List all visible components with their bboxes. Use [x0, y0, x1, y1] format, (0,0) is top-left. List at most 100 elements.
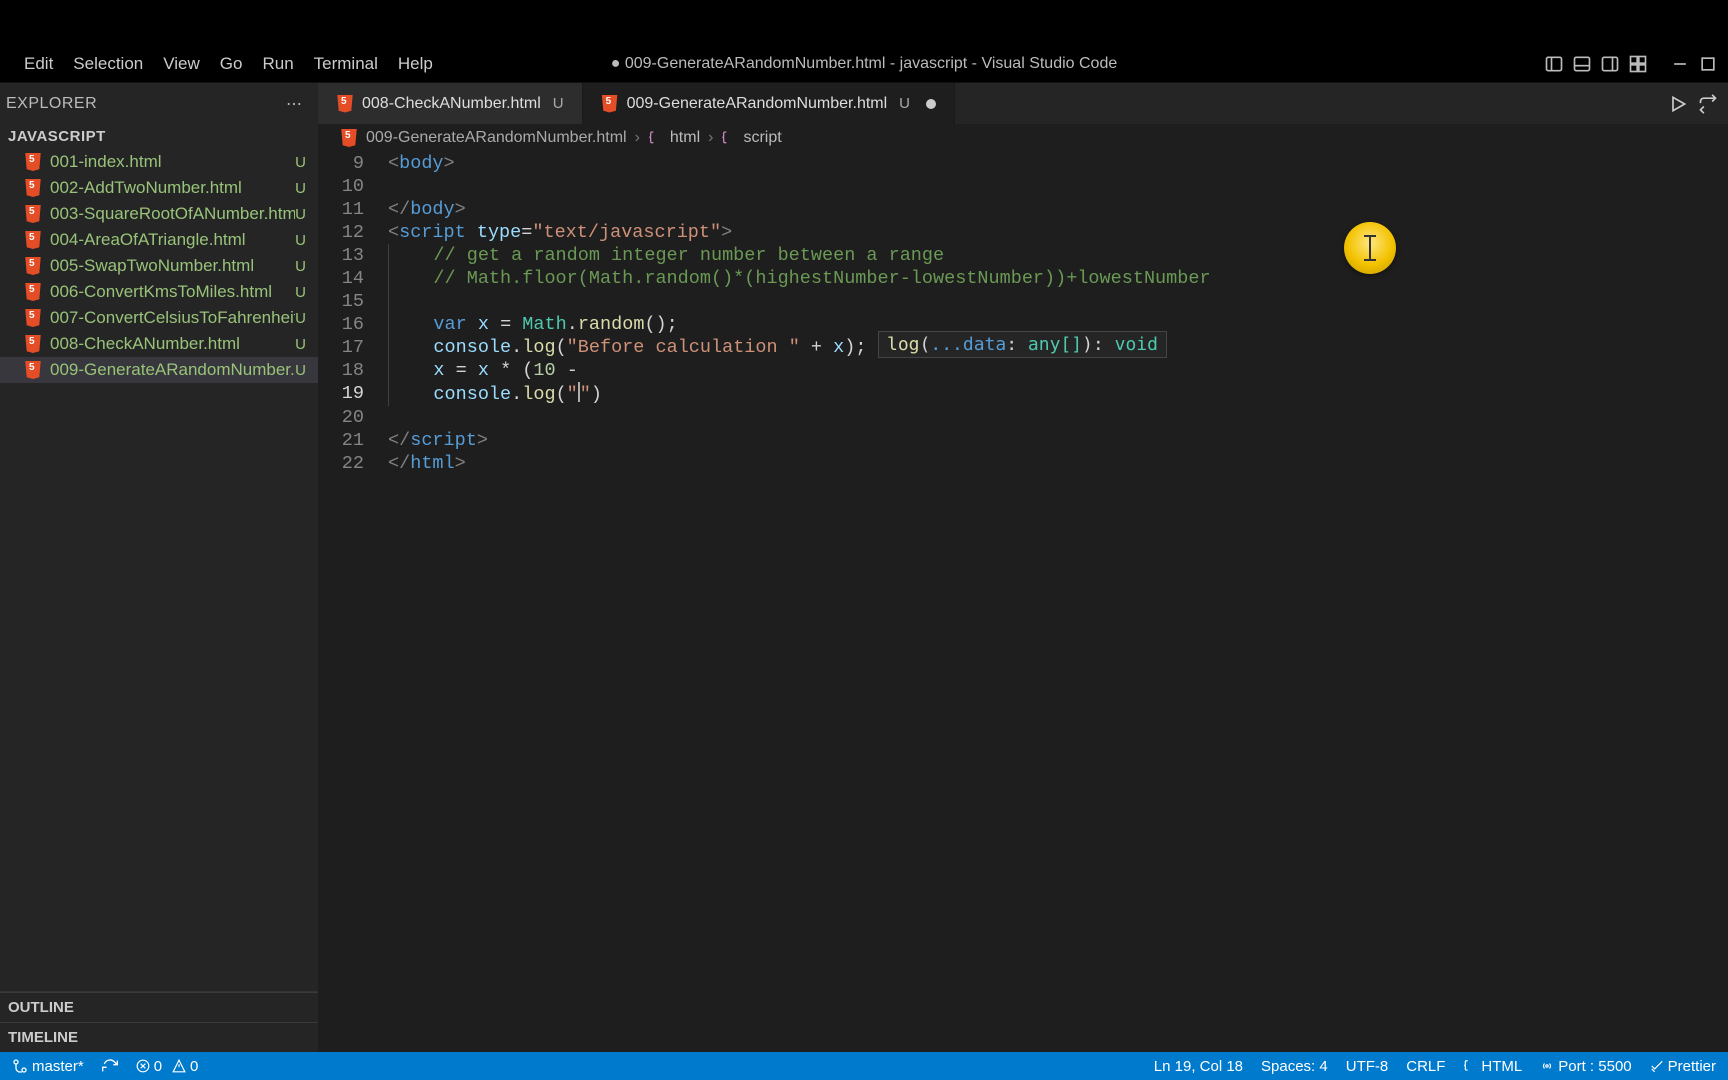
editor-area[interactable]: 009-GenerateARandomNumber.html › html › …	[318, 124, 1728, 1052]
html-file-icon	[601, 95, 619, 113]
check-double-icon	[1650, 1059, 1664, 1073]
menu-help[interactable]: Help	[388, 50, 443, 78]
menu-edit[interactable]: Edit	[14, 50, 63, 78]
explorer-sidebar: JAVASCRIPT 001-index.html U002-AddTwoNum…	[0, 124, 318, 1052]
bracket-pair-icon	[1463, 1059, 1477, 1073]
status-eol[interactable]: CRLF	[1406, 1058, 1445, 1075]
html-file-icon	[24, 335, 42, 353]
run-play-icon[interactable]	[1668, 94, 1688, 114]
compare-changes-icon[interactable]	[1698, 94, 1718, 114]
code-editor[interactable]: 9<body>1011</body>12<script type="text/j…	[318, 152, 1728, 475]
status-problems[interactable]: 0 0	[136, 1058, 199, 1075]
toggle-sidebar-left-icon[interactable]	[1544, 54, 1564, 74]
toggle-panel-icon[interactable]	[1572, 54, 1592, 74]
html-file-icon	[340, 129, 358, 147]
git-status-badge: U	[295, 154, 306, 171]
git-branch-icon	[12, 1058, 28, 1074]
html-file-icon	[24, 283, 42, 301]
status-encoding[interactable]: UTF-8	[1346, 1058, 1389, 1075]
html-file-icon	[24, 153, 42, 171]
file-item[interactable]: 008-CheckANumber.html U	[0, 331, 318, 357]
recorded-cursor-icon	[1344, 222, 1396, 274]
file-name: 001-index.html	[50, 152, 162, 172]
chevron-right-icon: ›	[635, 129, 640, 147]
chevron-right-icon: ›	[708, 129, 713, 147]
html-file-icon	[24, 205, 42, 223]
file-name: 007-ConvertCelsiusToFahrenheit...	[50, 308, 295, 328]
timeline-section[interactable]: TIMELINE	[0, 1022, 318, 1052]
status-bar: master* 0 0 Ln 19, Col 18 Spaces: 4 UTF-…	[0, 1052, 1728, 1080]
file-item[interactable]: 001-index.html U	[0, 149, 318, 175]
file-item[interactable]: 003-SquareRootOfANumber.html U	[0, 201, 318, 227]
html-file-icon	[336, 95, 354, 113]
file-name: 004-AreaOfATriangle.html	[50, 230, 246, 250]
status-language[interactable]: HTML	[1463, 1058, 1522, 1075]
tab-label: 009-GenerateARandomNumber.html	[627, 95, 888, 113]
file-name: 003-SquareRootOfANumber.html	[50, 204, 295, 224]
status-live-server[interactable]: Port : 5500	[1540, 1058, 1631, 1075]
top-black-bar	[0, 0, 1728, 46]
menu-terminal[interactable]: Terminal	[304, 50, 388, 78]
status-branch[interactable]: master*	[12, 1058, 84, 1075]
menu-view[interactable]: View	[153, 50, 210, 78]
bracket-icon	[648, 130, 664, 146]
warning-icon	[172, 1059, 186, 1073]
file-name: 008-CheckANumber.html	[50, 334, 240, 354]
bracket-icon	[721, 130, 737, 146]
git-status-badge: U	[295, 362, 306, 379]
breadcrumb[interactable]: 009-GenerateARandomNumber.html › html › …	[318, 124, 1728, 152]
minimize-icon[interactable]	[1670, 54, 1690, 74]
explorer-more-icon[interactable]: ⋯	[286, 94, 304, 114]
window-title: ● 009-GenerateARandomNumber.html - javas…	[611, 55, 1118, 73]
menu-run[interactable]: Run	[252, 50, 303, 78]
editor-tab[interactable]: 008-CheckANumber.html U	[318, 83, 583, 124]
menu-bar: EditSelectionViewGoRunTerminalHelp ● 009…	[0, 46, 1728, 82]
file-list: 001-index.html U002-AddTwoNumber.html U0…	[0, 149, 318, 991]
status-cursor[interactable]: Ln 19, Col 18	[1154, 1058, 1243, 1075]
git-status-badge: U	[295, 284, 306, 301]
explorer-title: EXPLORER	[6, 95, 97, 113]
git-status-badge: U	[295, 206, 306, 223]
maximize-icon[interactable]	[1698, 54, 1718, 74]
html-file-icon	[24, 179, 42, 197]
editor-tabs: 008-CheckANumber.html U 009-GenerateARan…	[318, 83, 1728, 124]
explorer-header: EXPLORER ⋯	[0, 83, 318, 124]
menu-go[interactable]: Go	[210, 50, 253, 78]
breadcrumb-file[interactable]: 009-GenerateARandomNumber.html	[366, 129, 627, 147]
editor-tab[interactable]: 009-GenerateARandomNumber.html U	[583, 83, 955, 124]
html-file-icon	[24, 309, 42, 327]
status-indent[interactable]: Spaces: 4	[1261, 1058, 1328, 1075]
html-file-icon	[24, 361, 42, 379]
file-item[interactable]: 006-ConvertKmsToMiles.html U	[0, 279, 318, 305]
breadcrumb-symbol: script	[721, 129, 781, 147]
file-name: 009-GenerateARandomNumber....	[50, 360, 295, 380]
sync-icon	[102, 1058, 118, 1074]
git-status-badge: U	[295, 180, 306, 197]
git-status-badge: U	[295, 336, 306, 353]
file-item[interactable]: 004-AreaOfATriangle.html U	[0, 227, 318, 253]
toggle-sidebar-right-icon[interactable]	[1600, 54, 1620, 74]
menu-selection[interactable]: Selection	[63, 50, 153, 78]
outline-section[interactable]: OUTLINE	[0, 992, 318, 1022]
file-name: 006-ConvertKmsToMiles.html	[50, 282, 272, 302]
breadcrumb-symbol: html	[648, 129, 700, 147]
git-status-badge: U	[553, 95, 564, 112]
html-file-icon	[24, 257, 42, 275]
git-status-badge: U	[295, 258, 306, 275]
tab-label: 008-CheckANumber.html	[362, 95, 541, 113]
status-sync[interactable]	[102, 1058, 118, 1074]
broadcast-icon	[1540, 1059, 1554, 1073]
file-item[interactable]: 002-AddTwoNumber.html U	[0, 175, 318, 201]
customize-layout-icon[interactable]	[1628, 54, 1648, 74]
file-item[interactable]: 007-ConvertCelsiusToFahrenheit... U	[0, 305, 318, 331]
status-prettier[interactable]: Prettier	[1650, 1058, 1716, 1075]
html-file-icon	[24, 231, 42, 249]
parameter-hint-tooltip: log(...data: any[]): void	[878, 331, 1167, 358]
workspace-folder-label[interactable]: JAVASCRIPT	[0, 124, 318, 149]
git-status-badge: U	[295, 310, 306, 327]
file-name: 005-SwapTwoNumber.html	[50, 256, 254, 276]
file-name: 002-AddTwoNumber.html	[50, 178, 242, 198]
git-status-badge: U	[899, 95, 910, 112]
file-item[interactable]: 005-SwapTwoNumber.html U	[0, 253, 318, 279]
file-item[interactable]: 009-GenerateARandomNumber.... U	[0, 357, 318, 383]
